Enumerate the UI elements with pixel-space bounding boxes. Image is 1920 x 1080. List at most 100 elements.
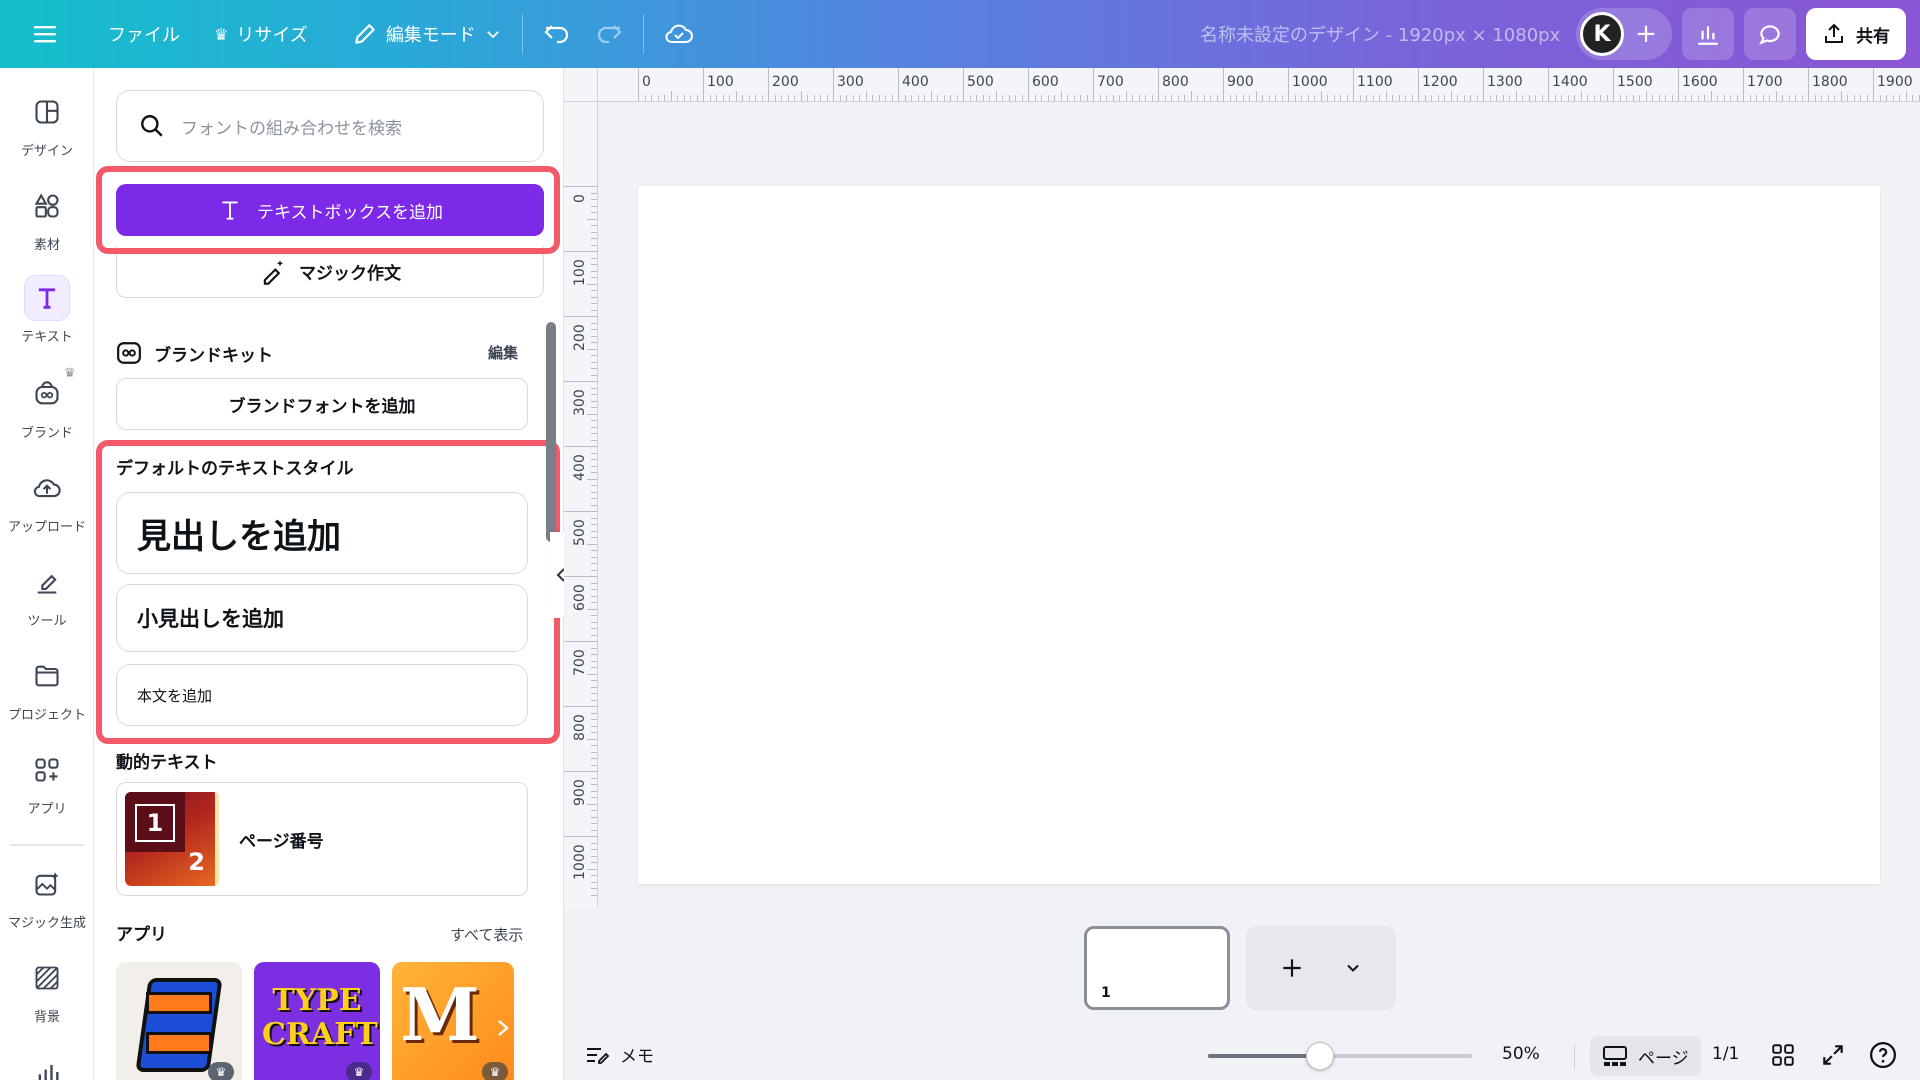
magic-write-button[interactable]: マジック作文	[116, 246, 544, 298]
ruler-minor-tick	[1645, 91, 1647, 101]
ruler-minor-tick	[852, 95, 854, 101]
rail-item-design[interactable]: デザイン	[0, 90, 94, 159]
rail-item-projects[interactable]: プロジェクト	[0, 654, 94, 723]
zoom-level[interactable]: 50%	[1502, 1044, 1540, 1064]
bottom-bar: メモ 50% ページ 1/1	[564, 1032, 1920, 1080]
ruler-minor-tick	[591, 758, 597, 759]
insights-button[interactable]	[1682, 8, 1734, 60]
rail-item-magic-media[interactable]: マジック生成	[0, 862, 94, 931]
add-heading-button[interactable]: 見出しを追加	[116, 492, 528, 574]
see-all-link[interactable]: すべて表示	[450, 924, 523, 945]
ruler-minor-tick	[1684, 95, 1686, 101]
bar-chart-icon	[1698, 26, 1718, 45]
avatar[interactable]: K	[1580, 12, 1624, 56]
panel-scrollbar[interactable]	[546, 322, 556, 542]
zoom-slider[interactable]	[1208, 1042, 1472, 1070]
ruler-minor-tick	[1320, 91, 1322, 101]
comments-button[interactable]	[1744, 8, 1796, 60]
pages-button[interactable]: ページ	[1590, 1036, 1701, 1076]
rail-item-uploads[interactable]: アップロード	[0, 466, 94, 535]
ruler-minor-tick	[591, 361, 597, 363]
thumb-number-1: 1	[146, 809, 164, 837]
rail-item-brand[interactable]: ♛ ブランド	[0, 366, 94, 441]
ruler-minor-tick	[591, 322, 597, 324]
chevron-down-icon[interactable]	[1343, 958, 1363, 978]
help-button[interactable]	[1868, 1040, 1898, 1075]
cloud-save-button[interactable]	[652, 12, 706, 56]
ruler-tick	[963, 68, 964, 102]
more-icon[interactable]	[34, 1058, 62, 1080]
rail-item-apps[interactable]: アプリ	[0, 748, 94, 817]
ruler-minor-tick	[1210, 95, 1211, 101]
apps-next-arrow[interactable]	[490, 1008, 516, 1048]
ruler-minor-tick	[1333, 95, 1335, 101]
chevron-right-icon	[498, 1020, 509, 1036]
ruler-label: 1200	[1422, 74, 1458, 90]
ruler-minor-tick	[591, 530, 597, 532]
ruler-minor-tick	[591, 342, 597, 343]
ruler-minor-tick	[587, 868, 597, 870]
add-brand-font-label: ブランドフォントを追加	[228, 396, 416, 417]
crown-icon: ♛	[208, 1062, 234, 1080]
ruler-minor-tick	[591, 400, 597, 402]
ruler-minor-tick	[826, 95, 828, 101]
add-textbox-button[interactable]: テキストボックスを追加	[116, 184, 544, 236]
rail-item-text[interactable]: テキスト	[0, 276, 94, 345]
ruler-minor-tick	[1411, 95, 1413, 101]
brand-kit-edit-link[interactable]: 編集	[488, 342, 518, 363]
ruler-minor-tick	[1281, 95, 1283, 101]
design-page[interactable]	[638, 186, 1880, 884]
font-search-input[interactable]: フォントの組み合わせを検索	[116, 90, 544, 162]
ruler-minor-tick	[1782, 95, 1783, 101]
share-button[interactable]: 共有	[1806, 8, 1906, 60]
ruler-minor-tick	[1431, 95, 1432, 101]
ruler-minor-tick	[1080, 95, 1081, 101]
body-text-label: 本文を追加	[137, 686, 213, 705]
add-collaborator-button[interactable]: +	[1624, 12, 1668, 56]
edit-mode-button[interactable]: 編集モード	[340, 12, 514, 56]
ruler-minor-tick	[1886, 95, 1887, 101]
page-number-button[interactable]: 1 2 ページ番号	[116, 782, 528, 896]
ruler-minor-tick	[1021, 95, 1023, 101]
ruler-minor-tick	[591, 621, 597, 623]
magic-image-icon	[35, 872, 59, 896]
menu-button[interactable]	[22, 12, 70, 56]
ruler-label: 200	[772, 74, 799, 90]
ruler-minor-tick	[1314, 95, 1315, 101]
grid-view-button[interactable]	[1770, 1042, 1796, 1073]
app-tile-typecraft[interactable]: TYPE CRAFT ♛	[254, 962, 380, 1080]
page-count[interactable]: 1/1	[1712, 1044, 1739, 1064]
ruler-minor-tick	[742, 95, 743, 101]
ruler-minor-tick	[800, 91, 802, 101]
ruler-minor-tick	[591, 660, 597, 662]
fullscreen-button[interactable]	[1820, 1042, 1846, 1073]
add-body-text-button[interactable]: 本文を追加	[116, 664, 528, 726]
document-title[interactable]: 名称未設定のデザイン - 1920px × 1080px	[1200, 0, 1560, 68]
ruler-minor-tick	[677, 95, 678, 101]
rail-item-tools[interactable]: ツール	[0, 560, 94, 629]
ruler-tick	[703, 68, 704, 102]
resize-button[interactable]: ♛ リサイズ	[202, 12, 320, 56]
rail-item-background[interactable]: 背景	[0, 956, 94, 1025]
ruler-minor-tick	[591, 888, 597, 889]
rail-item-elements[interactable]: 素材	[0, 184, 94, 253]
rail-label: 背景	[33, 1010, 60, 1025]
ruler-label: 400	[572, 454, 588, 481]
ruler-minor-tick	[1834, 95, 1835, 101]
zoom-slider-handle[interactable]	[1306, 1042, 1334, 1070]
ruler-minor-tick	[591, 472, 597, 473]
ruler-minor-tick	[1515, 91, 1517, 101]
file-menu[interactable]: ファイル	[96, 12, 192, 56]
ruler-minor-tick	[846, 95, 847, 101]
notes-button[interactable]: メモ	[584, 1042, 654, 1067]
ruler-minor-tick	[591, 465, 597, 467]
ruler-minor-tick	[859, 95, 860, 101]
ruler-minor-tick	[591, 849, 597, 850]
add-page-button[interactable]	[1246, 926, 1396, 1010]
add-subheading-button[interactable]: 小見出しを追加	[116, 584, 528, 652]
page-thumbnail[interactable]: 1	[1084, 926, 1230, 1010]
add-brand-font-button[interactable]: ブランドフォントを追加	[116, 378, 528, 430]
redo-button[interactable]	[583, 12, 635, 56]
app-tile-s[interactable]: ♛	[116, 962, 242, 1080]
undo-button[interactable]	[531, 12, 583, 56]
